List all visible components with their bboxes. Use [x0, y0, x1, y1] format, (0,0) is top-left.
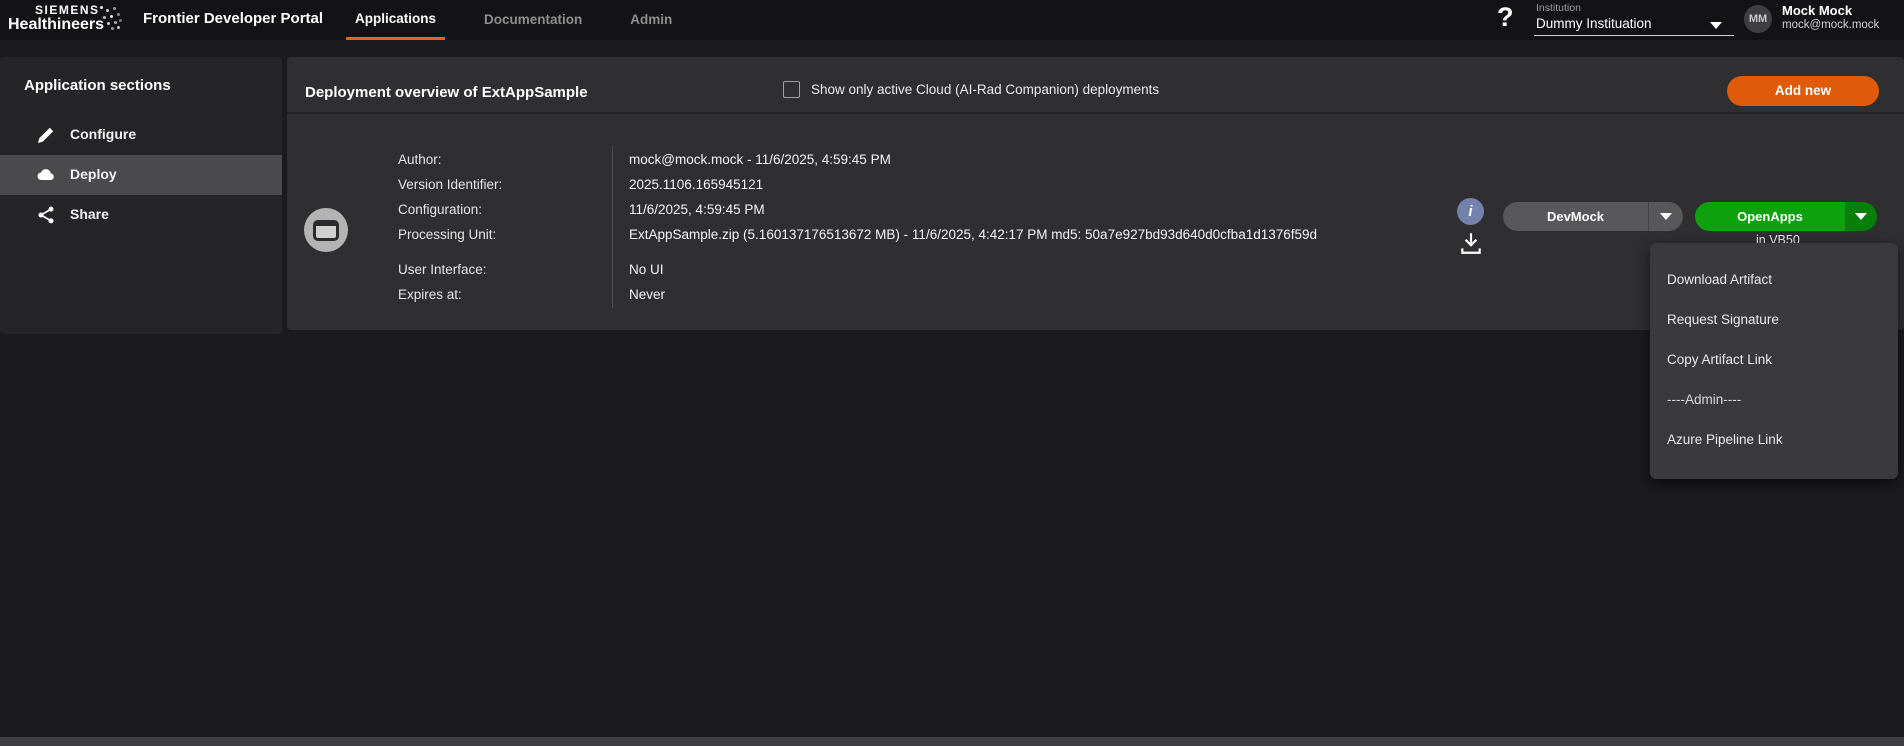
logo-siemens: SIEMENS [35, 3, 100, 17]
devmock-button[interactable]: DevMock [1503, 202, 1683, 231]
openapps-button-label: OpenApps [1695, 202, 1845, 231]
logo-healthineers: Healthineers [8, 16, 104, 34]
field-label-author: Author: [398, 152, 442, 167]
user-email: mock@mock.mock [1782, 19, 1879, 31]
tab-documentation[interactable]: Documentation [475, 0, 591, 40]
devmock-button-label: DevMock [1503, 209, 1648, 224]
openapps-dropdown-menu: Download Artifact Request Signature Copy… [1650, 243, 1898, 479]
active-deployments-checkbox[interactable] [783, 81, 800, 98]
chevron-down-icon[interactable] [1649, 213, 1683, 221]
chevron-down-icon [1710, 17, 1722, 35]
menu-item-azure-pipeline-link[interactable]: Azure Pipeline Link [1667, 432, 1783, 447]
siemens-healthineers-logo: SIEMENS Healthineers [8, 2, 128, 38]
logo-dots-icon [100, 6, 103, 9]
help-icon[interactable]: ? [1497, 2, 1514, 33]
fields-divider [612, 146, 613, 308]
field-value-version: 2025.1106.165945121 [629, 177, 763, 192]
field-value-author: mock@mock.mock - 11/6/2025, 4:59:45 PM [629, 152, 891, 167]
nav-tabs: Applications Documentation Admin [346, 0, 681, 40]
user-name: Mock Mock [1782, 3, 1852, 18]
portal-title: Frontier Developer Portal [143, 10, 323, 27]
field-value-expires-at: Never [629, 287, 665, 302]
active-deployments-checkbox-label: Show only active Cloud (AI-Rad Companion… [811, 82, 1159, 97]
info-icon[interactable]: i [1457, 198, 1484, 225]
sidebar-item-configure[interactable]: Configure [0, 115, 282, 155]
field-label-configuration: Configuration: [398, 202, 482, 217]
sidebar-item-label: Configure [70, 126, 136, 142]
field-label-expires-at: Expires at: [398, 287, 462, 302]
field-label-user-interface: User Interface: [398, 262, 487, 277]
share-icon [36, 205, 56, 225]
field-value-configuration: 11/6/2025, 4:59:45 PM [629, 202, 765, 217]
sidebar-title: Application sections [24, 77, 171, 94]
page-title: Deployment overview of ExtAppSample [305, 84, 588, 101]
horizontal-scrollbar[interactable] [0, 737, 1904, 746]
download-icon[interactable] [1458, 230, 1484, 256]
field-value-processing-unit: ExtAppSample.zip (5.160137176513672 MB) … [629, 227, 1317, 242]
menu-item-admin-separator: ----Admin---- [1667, 392, 1741, 407]
pencil-icon [36, 125, 56, 145]
app-window-icon [313, 220, 339, 241]
header-divider [287, 112, 1904, 114]
menu-item-request-signature[interactable]: Request Signature [1667, 312, 1779, 327]
sidebar-item-deploy[interactable]: Deploy [0, 155, 282, 195]
openapps-button[interactable]: OpenApps [1695, 202, 1877, 231]
tab-admin[interactable]: Admin [621, 0, 681, 40]
institution-value: Dummy Instituation [1536, 16, 1652, 31]
institution-label: Institution [1536, 2, 1581, 14]
institution-select[interactable]: Institution Dummy Instituation [1534, 2, 1734, 36]
sidebar-item-label: Share [70, 206, 109, 222]
field-label-processing-unit: Processing Unit: [398, 227, 496, 242]
top-header: SIEMENS Healthineers Frontier Developer … [0, 0, 1904, 40]
sidebar-item-label: Deploy [70, 166, 117, 182]
menu-item-download-artifact[interactable]: Download Artifact [1667, 272, 1772, 287]
field-label-version: Version Identifier: [398, 177, 502, 192]
tab-applications[interactable]: Applications [346, 0, 445, 40]
chevron-down-icon[interactable] [1845, 202, 1877, 231]
avatar[interactable]: MM [1744, 5, 1772, 33]
field-value-user-interface: No UI [629, 262, 664, 277]
sidebar: Application sections Configure Deploy Sh… [0, 57, 282, 334]
menu-item-copy-artifact-link[interactable]: Copy Artifact Link [1667, 352, 1772, 367]
cloud-icon [36, 165, 56, 185]
application-icon [304, 208, 348, 252]
add-new-button[interactable]: Add new [1727, 76, 1879, 106]
sidebar-item-share[interactable]: Share [0, 195, 282, 235]
